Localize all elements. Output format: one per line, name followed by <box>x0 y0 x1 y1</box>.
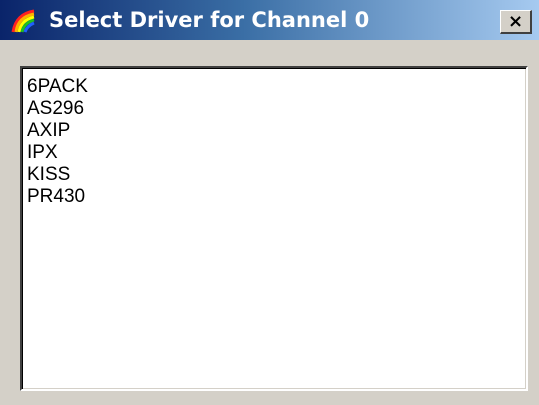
close-button[interactable]: × <box>500 10 532 34</box>
list-item-kiss[interactable]: KISS <box>26 164 526 186</box>
rainbow-app-icon <box>11 9 35 33</box>
list-item-6pack[interactable]: 6PACK <box>26 76 526 98</box>
list-item-ipx[interactable]: IPX <box>26 142 526 164</box>
list-item-as296[interactable]: AS296 <box>26 98 526 120</box>
close-icon: × <box>507 10 524 32</box>
list-item-axip[interactable]: AXIP <box>26 120 526 142</box>
list-item-pr430[interactable]: PR430 <box>26 186 526 208</box>
driver-list[interactable]: 6PACK AS296 AXIP IPX KISS PR430 <box>20 66 528 391</box>
window-title: Select Driver for Channel 0 <box>49 8 370 32</box>
select-driver-dialog: Select Driver for Channel 0 × 6PACK AS29… <box>0 0 539 405</box>
title-bar[interactable]: Select Driver for Channel 0 × <box>0 0 539 40</box>
